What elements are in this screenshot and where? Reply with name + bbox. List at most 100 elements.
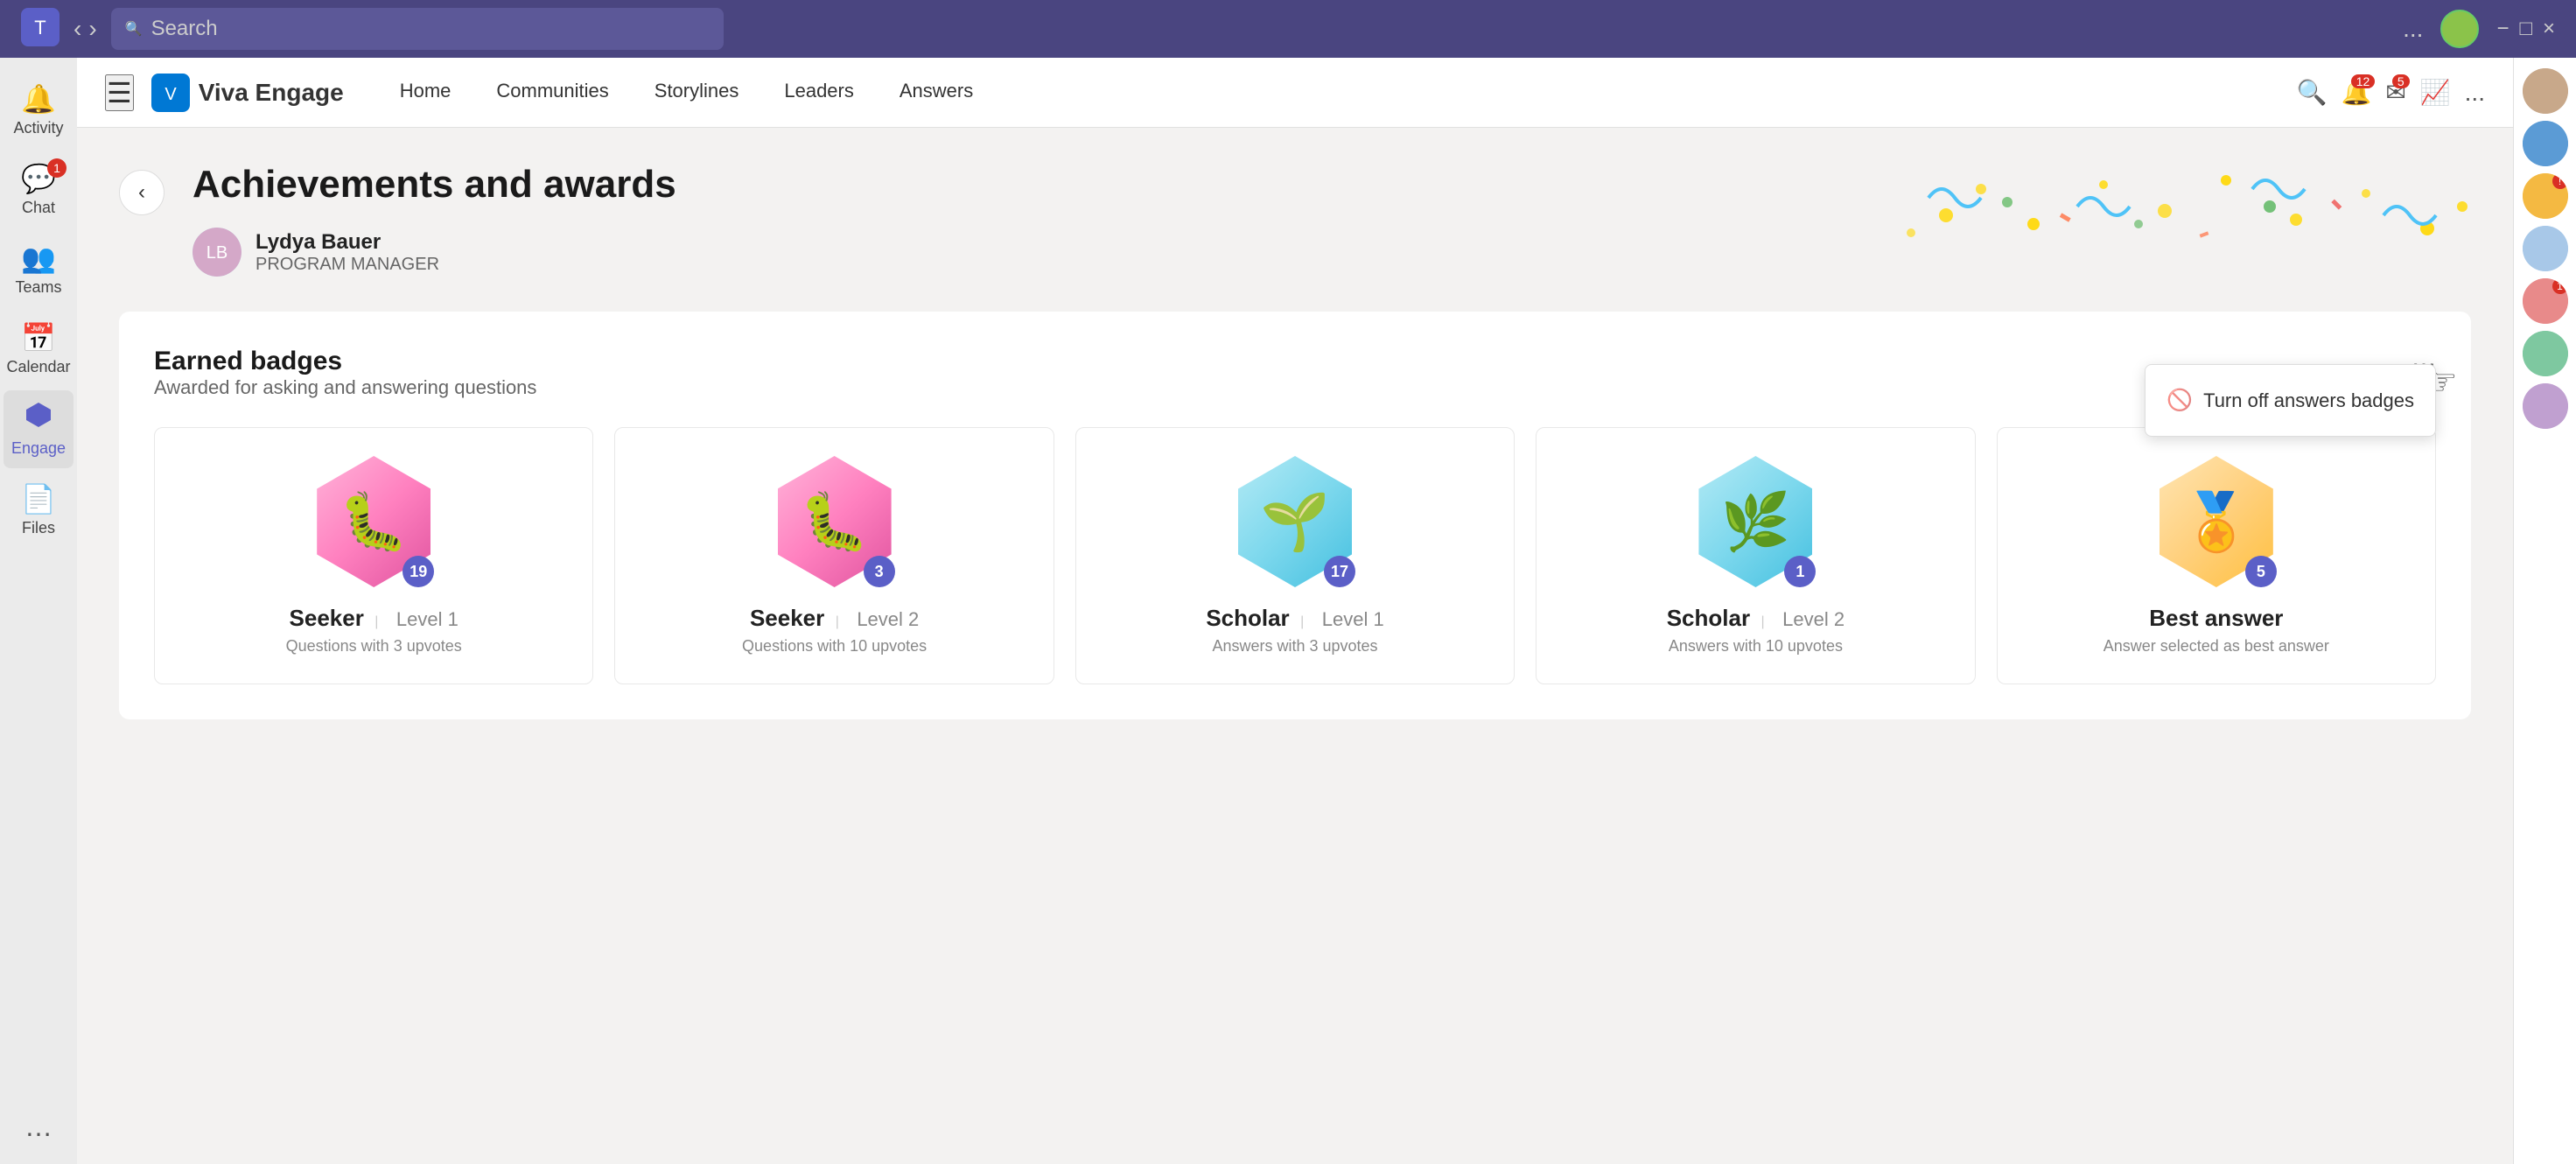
title-bar-left: T ‹ › 🔍 — [21, 8, 724, 51]
files-icon: 📄 — [21, 482, 56, 515]
engage-icon — [24, 401, 52, 436]
title-bar: T ‹ › 🔍 ... − □ × — [0, 0, 2576, 58]
confetti-decoration — [1858, 163, 2471, 268]
left-sidebar: 🔔 Activity 💬 Chat 1 👥 Teams 📅 Calendar E… — [0, 58, 77, 1164]
badge-name-seeker-1: Seeker | Level 1 — [290, 605, 458, 632]
nav-back-button[interactable]: ‹ — [74, 15, 81, 43]
page-header: ‹ Achievements and awards LB Lydya Bauer… — [119, 163, 2471, 277]
badges-grid: 🐛 19 Seeker | Level 1 Questions with 3 u… — [154, 427, 2436, 684]
sidebar-item-calendar[interactable]: 📅 Calendar — [4, 311, 74, 387]
engage-nav: ☰ V Viva Engage Home Communities Storyli… — [77, 58, 2513, 128]
engage-logo: V Viva Engage — [151, 74, 344, 112]
nav-more-button[interactable]: ... — [2465, 79, 2485, 107]
badge-card-scholar-2: 🌿 1 Scholar | Level 2 Answers with 10 up… — [1536, 427, 1975, 684]
window-controls: − □ × — [2496, 17, 2555, 41]
badge-card-best-answer: 🏅 5 Best answer Answer selected as best … — [1997, 427, 2436, 684]
badge-icon-seeker-1: 🐛 19 — [317, 456, 430, 587]
dropdown-menu: 🚫 Turn off answers badges — [2145, 364, 2436, 437]
sidebar-item-activity-label: Activity — [13, 119, 63, 137]
sidebar-item-calendar-label: Calendar — [6, 358, 70, 376]
rs-avatar-3[interactable]: ! — [2523, 173, 2568, 219]
rs-avatar-5[interactable]: 1 — [2523, 278, 2568, 324]
nav-arrows: ‹ › — [74, 15, 97, 43]
title-bar-right: ... − □ × — [2403, 10, 2555, 48]
nav-message-button[interactable]: ✉ 5 — [2385, 78, 2405, 107]
badge-count-best-answer: 5 — [2245, 556, 2277, 587]
nav-link-home[interactable]: Home — [379, 69, 472, 116]
sidebar-item-engage[interactable]: Engage — [4, 390, 74, 468]
engage-nav-links: Home Communities Storylines Leaders Answ… — [379, 69, 2297, 116]
badge-name-seeker-2: Seeker | Level 2 — [750, 605, 919, 632]
restore-button[interactable]: □ — [2519, 17, 2532, 41]
badge-desc-scholar-1: Answers with 3 upvotes — [1212, 637, 1377, 656]
sidebar-item-files[interactable]: 📄 Files — [4, 472, 74, 548]
badges-header: Earned badges Awarded for asking and ans… — [154, 347, 536, 427]
nav-bell-button[interactable]: 🔔 12 — [2341, 78, 2371, 107]
back-button[interactable]: ‹ — [119, 170, 164, 215]
sidebar-item-chat[interactable]: 💬 Chat 1 — [4, 151, 74, 228]
confetti-svg — [1858, 163, 2471, 268]
sidebar-item-activity[interactable]: 🔔 Activity — [4, 72, 74, 148]
badge-icon-scholar-2: 🌿 1 — [1698, 456, 1812, 587]
svg-text:V: V — [164, 85, 177, 104]
nav-chart-button[interactable]: 📈 — [2420, 78, 2451, 107]
search-input[interactable] — [151, 17, 710, 41]
badge-name-best-answer: Best answer — [2149, 605, 2283, 632]
turn-off-badges-menu-item[interactable]: 🚫 Turn off answers badges — [2146, 375, 2435, 425]
more-options-button[interactable]: ... — [2403, 15, 2423, 43]
search-bar[interactable]: 🔍 — [111, 8, 724, 50]
turn-off-label: Turn off answers badges — [2203, 389, 2414, 412]
engage-logo-icon: V — [151, 74, 190, 112]
sidebar-item-teams-label: Teams — [15, 278, 61, 297]
badge-card-scholar-1: 🌱 17 Scholar | Level 1 Answers with 3 up… — [1075, 427, 1515, 684]
sidebar-more-button[interactable]: … — [24, 1111, 52, 1143]
nav-link-leaders[interactable]: Leaders — [763, 69, 875, 116]
engage-nav-actions: 🔍 🔔 12 ✉ 5 📈 ... — [2297, 78, 2485, 107]
user-avatar-titlebar[interactable] — [2440, 10, 2479, 48]
badge-name-scholar-2: Scholar | Level 2 — [1667, 605, 1844, 632]
nav-bell-badge: 12 — [2351, 74, 2376, 88]
badge-count-seeker-2: 3 — [864, 556, 895, 587]
rs-avatar-7[interactable] — [2523, 383, 2568, 429]
sidebar-item-chat-label: Chat — [22, 199, 55, 217]
nav-search-button[interactable]: 🔍 — [2297, 78, 2328, 107]
rs-avatar-6[interactable] — [2523, 331, 2568, 376]
sidebar-item-files-label: Files — [22, 519, 55, 537]
badge-desc-seeker-2: Questions with 10 upvotes — [742, 637, 927, 656]
user-profile-avatar[interactable]: LB — [192, 228, 242, 277]
teams-app-icon: T — [21, 8, 60, 51]
badge-desc-seeker-1: Questions with 3 upvotes — [286, 637, 462, 656]
badge-card-seeker-1: 🐛 19 Seeker | Level 1 Questions with 3 u… — [154, 427, 593, 684]
badge-count-scholar-1: 17 — [1324, 556, 1355, 587]
minimize-button[interactable]: − — [2496, 17, 2509, 41]
rs-avatar-1[interactable] — [2523, 68, 2568, 114]
turn-off-icon: 🚫 — [2166, 388, 2193, 413]
badges-subtitle: Awarded for asking and answering questio… — [154, 376, 536, 399]
activity-icon: 🔔 — [21, 82, 56, 116]
badge-desc-best-answer: Answer selected as best answer — [2104, 637, 2329, 656]
rs-badge-3: ! — [2552, 173, 2568, 189]
calendar-icon: 📅 — [21, 321, 56, 354]
main-area: ☰ V Viva Engage Home Communities Storyli… — [77, 58, 2513, 1164]
badge-name-scholar-1: Scholar | Level 1 — [1206, 605, 1383, 632]
nav-message-badge: 5 — [2392, 74, 2410, 88]
user-role: PROGRAM MANAGER — [256, 255, 439, 275]
search-icon: 🔍 — [125, 20, 143, 38]
user-name: Lydya Bauer — [256, 230, 439, 255]
nav-forward-button[interactable]: › — [88, 15, 96, 43]
page-content: ‹ Achievements and awards LB Lydya Bauer… — [77, 128, 2513, 754]
badge-count-seeker-1: 19 — [402, 556, 434, 587]
svg-text:T: T — [34, 17, 46, 39]
rs-avatar-4[interactable] — [2523, 226, 2568, 271]
rs-avatar-2[interactable] — [2523, 121, 2568, 166]
badge-desc-scholar-2: Answers with 10 upvotes — [1669, 637, 1843, 656]
teams-icon: 👥 — [21, 242, 56, 275]
sidebar-item-engage-label: Engage — [11, 439, 66, 458]
nav-link-storylines[interactable]: Storylines — [634, 69, 760, 116]
nav-link-answers[interactable]: Answers — [878, 69, 994, 116]
svg-text:LB: LB — [206, 243, 228, 263]
close-button[interactable]: × — [2543, 17, 2555, 41]
hamburger-menu-button[interactable]: ☰ — [105, 74, 134, 111]
sidebar-item-teams[interactable]: 👥 Teams — [4, 231, 74, 307]
nav-link-communities[interactable]: Communities — [475, 69, 629, 116]
